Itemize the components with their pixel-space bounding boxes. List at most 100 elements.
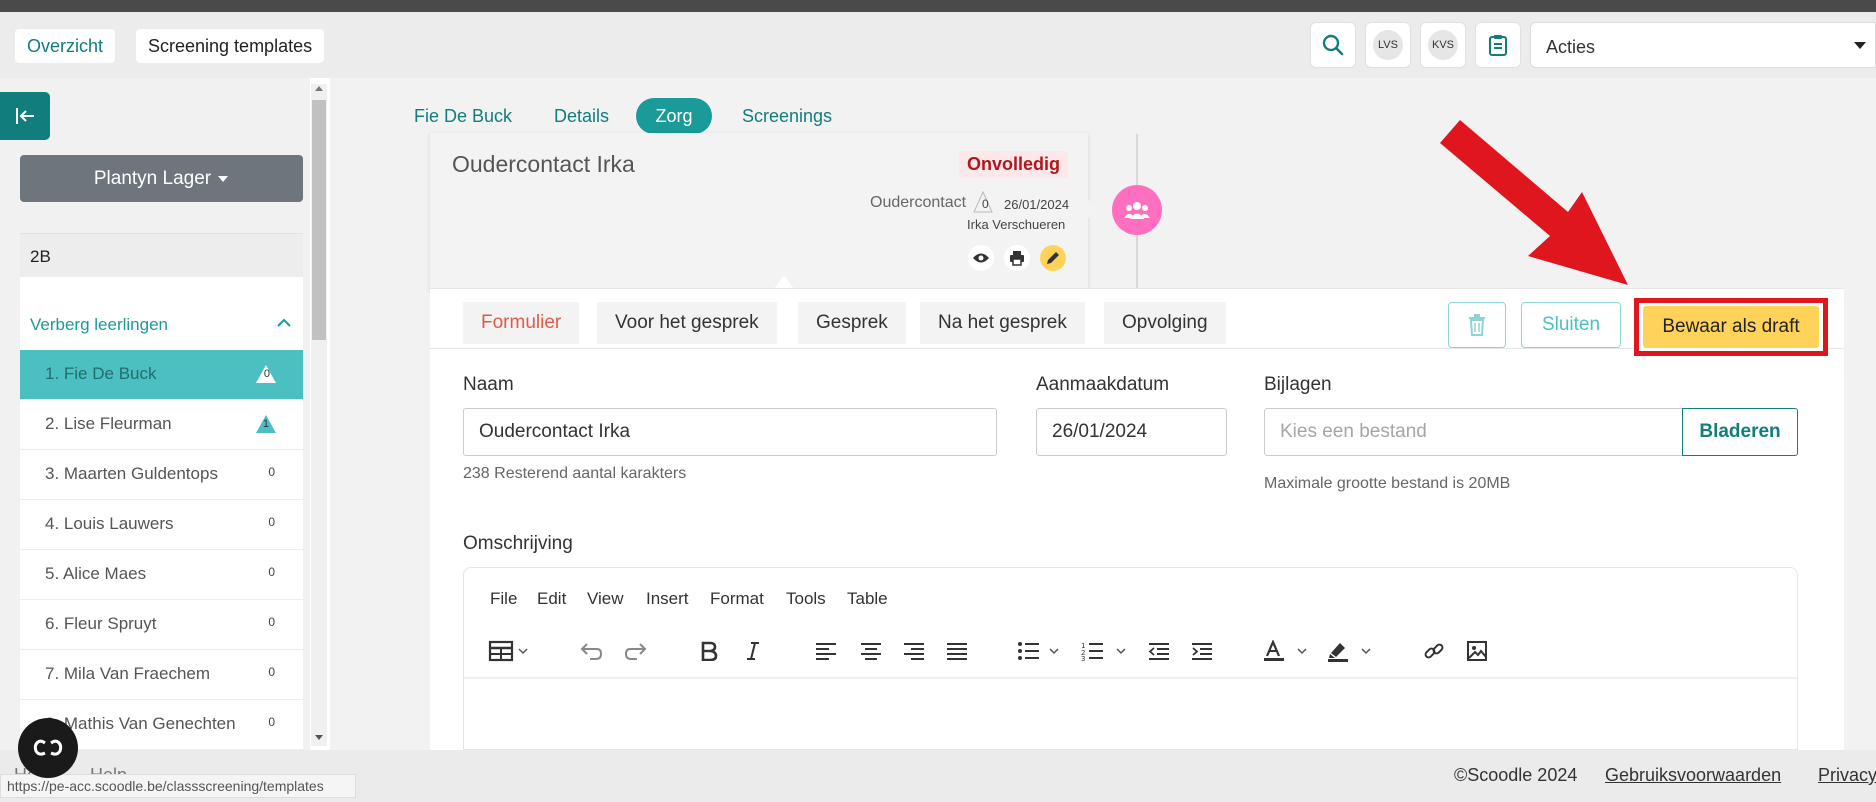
italic-icon [747, 642, 759, 660]
view-button[interactable] [968, 245, 994, 271]
name-label: Naam [463, 374, 514, 395]
link-button[interactable] [1419, 636, 1449, 666]
footer-privacy-link[interactable]: Privacy [1818, 765, 1876, 786]
menu-table[interactable]: Table [847, 589, 888, 609]
menu-view[interactable]: View [587, 589, 624, 609]
tab-zorg[interactable]: Zorg [636, 98, 712, 134]
tab-formulier[interactable]: Formulier [463, 302, 580, 344]
student-list-item[interactable]: 6. Fleur Spruyt 0 [20, 600, 303, 650]
tab-details[interactable]: Details [554, 98, 609, 134]
student-list-item[interactable]: 3. Maarten Guldentops 0 [20, 450, 303, 500]
sidebar-scrollbar-thumb[interactable] [312, 100, 326, 340]
close-button[interactable]: Sluiten [1521, 302, 1621, 348]
menu-edit[interactable]: Edit [537, 589, 566, 609]
student-list-item[interactable]: 7. Mila Van Fraechem 0 [20, 650, 303, 700]
menu-file[interactable]: File [490, 589, 517, 609]
student-count: 0 [268, 515, 275, 529]
acties-label: Acties [1546, 37, 1596, 57]
italic-button[interactable] [738, 636, 768, 666]
pencil-icon [1047, 252, 1059, 264]
edit-button[interactable] [1040, 245, 1066, 271]
student-list-item[interactable]: 2. Lise Fleurman 1 [20, 400, 303, 450]
text-color-button[interactable] [1262, 636, 1318, 666]
captions-icon [33, 739, 63, 756]
print-button[interactable] [1004, 245, 1030, 271]
bullet-list-button[interactable] [1016, 636, 1072, 666]
highlighter-icon [1328, 643, 1371, 662]
menu-format[interactable]: Format [710, 589, 764, 609]
image-button[interactable] [1462, 636, 1492, 666]
search-icon [1322, 34, 1344, 56]
menu-tools[interactable]: Tools [786, 589, 826, 609]
indent-icon [1192, 643, 1212, 660]
caret-down-icon [218, 175, 229, 182]
undo-button[interactable] [576, 636, 606, 666]
table-icon [488, 640, 528, 662]
redo-button[interactable] [621, 636, 651, 666]
status-bar-url: https://pe-acc.scoodle.be/classscreening… [0, 774, 356, 798]
numbered-list-button[interactable]: 123 [1080, 636, 1136, 666]
class-header: 2B [20, 233, 303, 277]
chevron-up-icon [277, 318, 291, 327]
bold-button[interactable] [694, 636, 724, 666]
student-name: 5. Alice Maes [45, 564, 147, 583]
tab-screenings[interactable]: Screenings [742, 98, 832, 134]
acties-dropdown[interactable]: Acties [1530, 22, 1876, 68]
collapse-left-icon [16, 108, 34, 124]
nav-overview-button[interactable]: Overzicht [15, 29, 116, 63]
student-name: 6. Fleur Spruyt [45, 614, 157, 633]
student-count: 0 [268, 565, 275, 579]
student-name: 2. Lise Fleurman [45, 414, 172, 433]
date-input[interactable]: 26/01/2024 [1036, 408, 1227, 456]
numbered-list-icon: 123 [1081, 642, 1126, 661]
school-select-label: Plantyn Lager [93, 167, 212, 189]
highlight-color-button[interactable] [1326, 636, 1382, 666]
nav-screening-templates-button[interactable]: Screening templates [136, 29, 325, 63]
footer-copyright: ©Scoodle 2024 [1454, 765, 1578, 785]
status-badge: Onvolledig [958, 151, 1068, 178]
scroll-up-arrow-icon[interactable] [314, 84, 324, 92]
student-list-item[interactable]: 1. Fie De Buck 0 [20, 350, 303, 400]
indent-button[interactable] [1187, 636, 1217, 666]
trash-icon [1469, 314, 1485, 336]
lvs-button[interactable]: LVS [1365, 22, 1411, 68]
browse-button[interactable]: Bladeren [1682, 408, 1798, 456]
toggle-students[interactable]: Verberg leerlingen [20, 277, 303, 351]
tab-opvolging[interactable]: Opvolging [1104, 302, 1226, 344]
student-list-item[interactable]: 4. Louis Lauwers 0 [20, 500, 303, 550]
attachments-hint: Maximale grootte bestand is 20MB [1264, 475, 1511, 492]
collapse-sidebar-button[interactable] [0, 92, 50, 140]
menu-insert[interactable]: Insert [646, 589, 689, 609]
kvs-button[interactable]: KVS [1420, 22, 1466, 68]
school-select-dropdown[interactable]: Plantyn Lager [20, 155, 303, 202]
tab-na-het-gesprek[interactable]: Na het gesprek [920, 302, 1085, 344]
lvs-label: LVS [1373, 30, 1403, 60]
name-input[interactable]: Oudercontact Irka [463, 408, 997, 456]
tab-student[interactable]: Fie De Buck [414, 98, 512, 134]
align-center-button[interactable] [856, 636, 886, 666]
student-list-item[interactable]: 5. Alice Maes 0 [20, 550, 303, 600]
outdent-button[interactable] [1144, 636, 1174, 666]
captions-fab[interactable] [18, 718, 78, 778]
align-left-button[interactable] [811, 636, 841, 666]
table-tool-button[interactable] [486, 636, 536, 666]
attachments-input[interactable]: Kies een bestand [1264, 408, 1684, 456]
text-color-icon [1264, 640, 1307, 661]
scroll-down-arrow-icon[interactable] [314, 734, 324, 742]
tab-voor-het-gesprek[interactable]: Voor het gesprek [597, 302, 777, 344]
tab-gesprek[interactable]: Gesprek [798, 302, 906, 344]
save-draft-button[interactable]: Bewaar als draft [1643, 306, 1819, 348]
student-name: 4. Louis Lauwers [45, 514, 174, 533]
align-right-icon [904, 643, 924, 660]
footer-terms-link[interactable]: Gebruiksvoorwaarden [1605, 765, 1781, 786]
student-count: 0 [268, 615, 275, 629]
student-count: 0 [263, 368, 270, 380]
conversation-card: Oudercontact Irka Onvolledig Oudercontac… [430, 133, 1088, 291]
student-count: 0 [268, 665, 275, 679]
student-count: 0 [268, 465, 275, 479]
align-right-button[interactable] [899, 636, 929, 666]
search-button[interactable] [1310, 22, 1356, 68]
justify-button[interactable] [942, 636, 972, 666]
clipboard-button[interactable] [1475, 22, 1521, 68]
delete-button[interactable] [1448, 302, 1506, 348]
